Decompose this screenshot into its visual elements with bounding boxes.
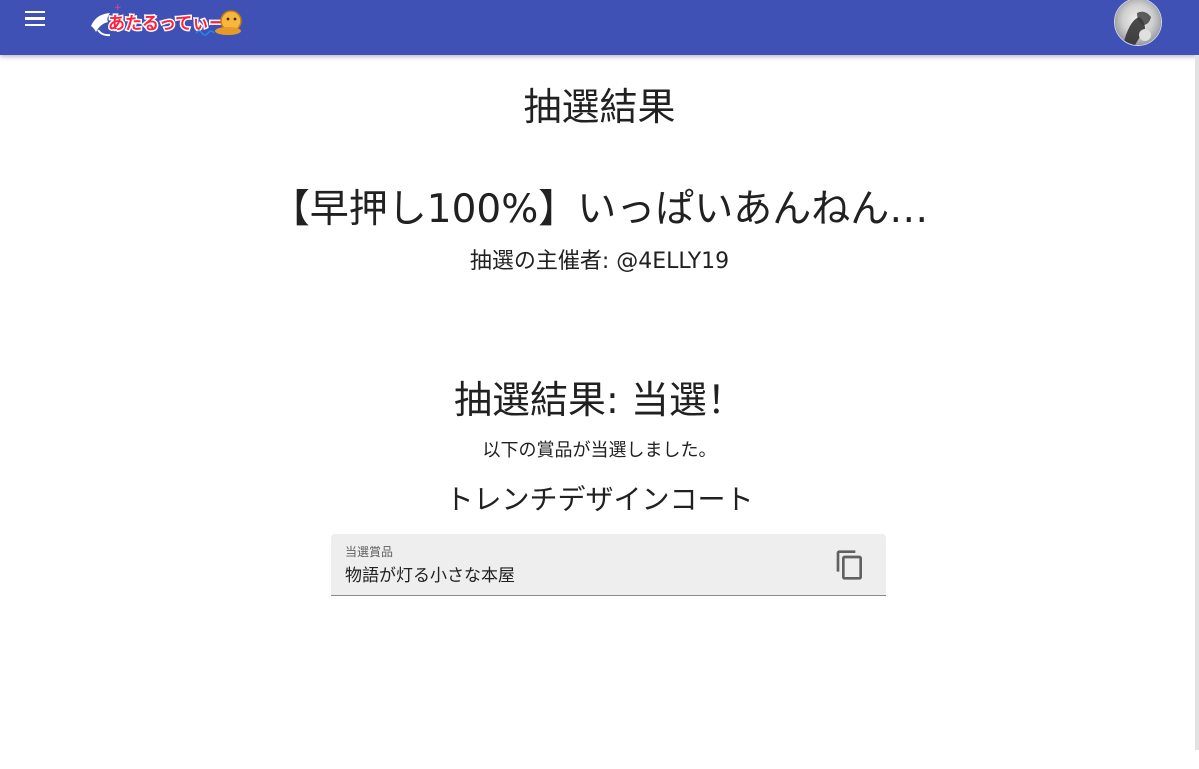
organizer-text: 抽選の主催者: @4ELLY19 [469,249,730,274]
avatar[interactable] [1114,0,1162,46]
menu-button[interactable] [16,6,56,34]
copy-icon [836,550,862,580]
svg-text:+: + [114,3,122,13]
prize-field-label: 当選賞品 [345,545,394,559]
app-logo[interactable]: + あたるってぃー [88,2,246,42]
logo-icon: + あたるってぃー [91,3,242,37]
result-heading: 抽選結果: 当選！ [454,378,745,422]
lottery-title: 【早押し100%】いっぱいあんねん… [270,187,929,232]
menu-icon-bar [25,23,45,27]
logo-text: あたるってぃー [108,14,226,34]
copy-button[interactable] [834,549,866,581]
prize-field-input[interactable] [345,563,815,583]
menu-icon-bar [25,17,45,20]
page-title: 抽選結果 [523,85,676,129]
menu-icon-bar [25,11,45,14]
prize-field[interactable]: 当選賞品 [331,534,886,596]
result-message: 以下の賞品が当選しました。 [482,440,717,461]
app-bar: + あたるってぃー [0,0,1199,55]
user-avatar-icon [1115,0,1161,45]
prize-name: トレンチデザインコート [445,483,754,516]
